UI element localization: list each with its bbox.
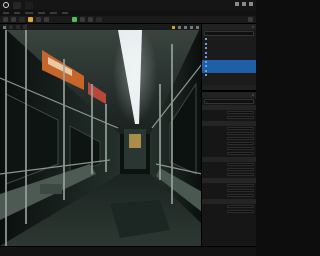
details-panel: ✕ ⌕: [202, 90, 256, 246]
actor-icon: [205, 56, 207, 59]
settings-icon[interactable]: [248, 17, 253, 22]
status-bar: [0, 246, 256, 256]
menu-item-tools[interactable]: [38, 12, 45, 14]
menu-item-file[interactable]: [3, 12, 9, 14]
property-row: [202, 115, 256, 120]
outliner-panel: ✕ ⌕: [202, 24, 256, 90]
property-value-field[interactable]: [227, 162, 254, 167]
property-row: [202, 193, 256, 198]
property-value-field[interactable]: [227, 183, 254, 188]
close-icon[interactable]: ✕: [251, 93, 254, 97]
minimize-icon[interactable]: [235, 2, 239, 6]
actor-icon: [205, 60, 207, 63]
outliner-header: ✕: [202, 24, 256, 30]
actor-icon: [205, 47, 207, 50]
property-value-field[interactable]: [227, 110, 254, 115]
viewport-menu-icon[interactable]: [3, 25, 6, 29]
property-row: [202, 209, 256, 214]
actor-icon: [205, 51, 207, 54]
actor-icon: [205, 69, 207, 72]
property-row: [202, 172, 256, 177]
property-value-field[interactable]: [227, 126, 254, 131]
asset-tab[interactable]: [25, 1, 33, 9]
property-value-field[interactable]: [227, 146, 254, 151]
perspective-button[interactable]: [9, 25, 13, 29]
unreal-logo-icon[interactable]: [3, 2, 9, 8]
property-value-field[interactable]: [227, 151, 254, 156]
outliner-list: [202, 37, 256, 78]
details-sections: [202, 105, 256, 214]
property-value-field[interactable]: [227, 209, 254, 214]
property-value-field[interactable]: [227, 136, 254, 141]
mode-selector[interactable]: [19, 17, 25, 22]
property-value-field[interactable]: [227, 141, 254, 146]
level-tab[interactable]: [13, 1, 21, 9]
search-icon: ⌕: [206, 99, 208, 104]
show-button[interactable]: [23, 25, 27, 29]
subway-car-scene: [0, 24, 201, 246]
actor-icon: [205, 74, 207, 77]
pause-icon[interactable]: [80, 17, 85, 22]
property-row: [202, 151, 256, 156]
window-controls: [235, 2, 253, 6]
maximize-icon[interactable]: [242, 2, 246, 6]
platforms-button[interactable]: [96, 17, 102, 22]
rotate-icon[interactable]: [178, 25, 181, 29]
blueprint-icon[interactable]: [44, 17, 49, 22]
property-value-field[interactable]: [227, 172, 254, 177]
scale-icon[interactable]: [184, 25, 187, 29]
camera-speed-icon[interactable]: [196, 25, 199, 29]
outliner-search-input[interactable]: ⌕: [204, 31, 254, 36]
details-header: ✕: [202, 92, 256, 98]
property-value-field[interactable]: [227, 115, 254, 120]
lit-button[interactable]: [16, 25, 20, 29]
property-value-field[interactable]: [227, 131, 254, 136]
property-value-field[interactable]: [227, 188, 254, 193]
outliner-row[interactable]: [202, 73, 256, 78]
content-icon[interactable]: [11, 17, 16, 22]
actor-icon: [205, 42, 207, 45]
main-toolbar: [0, 16, 256, 24]
search-icon: ⌕: [206, 31, 208, 36]
actor-icon: [205, 65, 207, 68]
translate-icon[interactable]: [172, 25, 175, 29]
title-bar: [0, 0, 256, 10]
close-icon[interactable]: [249, 2, 253, 6]
close-icon[interactable]: ✕: [251, 25, 254, 29]
property-value-field[interactable]: [227, 204, 254, 209]
viewport-toolbar: [0, 24, 201, 30]
property-value-field[interactable]: [227, 167, 254, 172]
save-icon[interactable]: [3, 17, 8, 22]
select-mode-icon[interactable]: [28, 17, 33, 22]
play-icon[interactable]: [72, 17, 77, 22]
level-viewport[interactable]: [0, 24, 202, 246]
stop-icon[interactable]: [88, 17, 93, 22]
menu-item-help[interactable]: [62, 12, 68, 14]
menu-item-window[interactable]: [25, 12, 33, 14]
snap-icon[interactable]: [190, 25, 193, 29]
details-search-input[interactable]: ⌕: [204, 99, 254, 104]
actor-icon: [205, 38, 207, 41]
menu-item-edit[interactable]: [14, 12, 20, 14]
add-actor-icon[interactable]: [36, 17, 41, 22]
property-value-field[interactable]: [227, 193, 254, 198]
menu-item-build[interactable]: [50, 12, 57, 14]
